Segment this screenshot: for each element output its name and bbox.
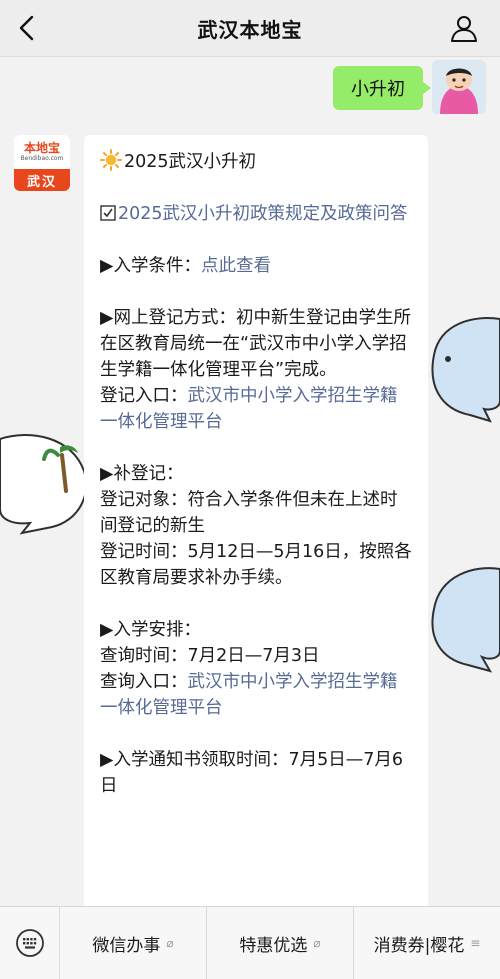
link-icon: ⌀: [166, 936, 174, 950]
supplementary-registration-time: 登记时间：5月12日—5月16日，按照各区教育局要求补办手续。: [100, 542, 412, 588]
menu-item-label: 微信办事: [92, 935, 161, 956]
online-registration-text: ▶网上登记方式：初中新生登记由学生所在区教育局统一在“武汉市中小学入学招生学籍一…: [100, 308, 411, 380]
menu-item-label: 消费券|樱花: [373, 935, 465, 956]
registration-entry-label: 登记入口：: [100, 386, 188, 406]
enrollment-query-line: 查询入口：武汉市中小学入学招生学籍一体化管理平台: [100, 669, 412, 721]
message-heading: 2025武汉小升初: [100, 149, 412, 175]
menu-item-label: 特惠优选: [239, 935, 308, 956]
menu-item-coupons[interactable]: 消费券|樱花 ≡: [354, 907, 500, 979]
profile-icon[interactable]: [448, 12, 480, 44]
menu-item-wechat-services[interactable]: 微信办事 ⌀: [60, 907, 207, 979]
registration-entry-line: 登记入口：武汉市中小学入学招生学籍一体化管理平台: [100, 383, 412, 435]
supplementary-registration-target: 登记对象：符合入学条件但未在上述时间登记的新生: [100, 490, 398, 536]
bot-avatar-city: 武汉: [14, 169, 70, 191]
supplementary-registration-title: ▶补登记：: [100, 464, 184, 484]
chat-area[interactable]: 小升初 本地宝 Bendibao.com 武汉 2025武汉小升初 2025武汉…: [0, 57, 500, 906]
bot-message-bubble[interactable]: 2025武汉小升初 2025武汉小升初政策规定及政策问答 ▶入学条件：点此查看 …: [84, 135, 428, 906]
admission-notice-time: ▶入学通知书领取时间：7月5日—7月6日: [100, 750, 403, 796]
enrollment-query-label: 查询入口：: [100, 672, 188, 692]
bot-avatar[interactable]: 本地宝 Bendibao.com 武汉: [14, 135, 70, 191]
user-message-bubble[interactable]: 小升初: [333, 66, 431, 110]
user-avatar[interactable]: [432, 60, 486, 114]
admission-conditions-label: ▶入学条件：: [100, 256, 201, 276]
header-bar: 武汉本地宝: [0, 0, 500, 57]
bottom-menu: 微信办事 ⌀ 特惠优选 ⌀ 消费券|樱花 ≡: [0, 906, 500, 979]
user-message-text: 小升初: [351, 79, 405, 100]
message-heading-text: 2025武汉小升初: [124, 152, 257, 172]
bot-avatar-logo-sub: Bendibao.com: [20, 155, 64, 162]
admission-conditions-line: ▶入学条件：点此查看: [100, 253, 412, 279]
menu-lines-icon: ≡: [470, 936, 481, 950]
link-icon: ⌀: [313, 936, 321, 950]
enrollment-arrangement-title: ▶入学安排：: [100, 620, 201, 640]
doodle-ghost-left: [0, 433, 88, 535]
admission-conditions-link[interactable]: 点此查看: [201, 256, 271, 276]
doodle-ghost-right-top: [431, 317, 500, 423]
enrollment-query-time: 查询时间：7月2日—7月3日: [100, 646, 320, 666]
back-arrow-icon[interactable]: [12, 12, 44, 44]
keyboard-toggle-button[interactable]: [0, 907, 60, 979]
chat-title: 武汉本地宝: [197, 17, 303, 42]
checkbox-icon: [100, 205, 116, 221]
keyboard-icon: [15, 929, 44, 957]
sun-emoji-icon: [100, 149, 122, 171]
policy-link[interactable]: 2025武汉小升初政策规定及政策问答: [118, 204, 408, 224]
menu-item-special-deals[interactable]: 特惠优选 ⌀: [207, 907, 354, 979]
cartoon-avatar-icon: [432, 60, 486, 114]
bot-avatar-logo-text: 本地宝: [23, 141, 60, 155]
doodle-ghost-right-bottom: [431, 567, 500, 673]
bot-avatar-logo: 本地宝 Bendibao.com: [14, 135, 70, 169]
policy-link-line: 2025武汉小升初政策规定及政策问答: [100, 201, 412, 227]
